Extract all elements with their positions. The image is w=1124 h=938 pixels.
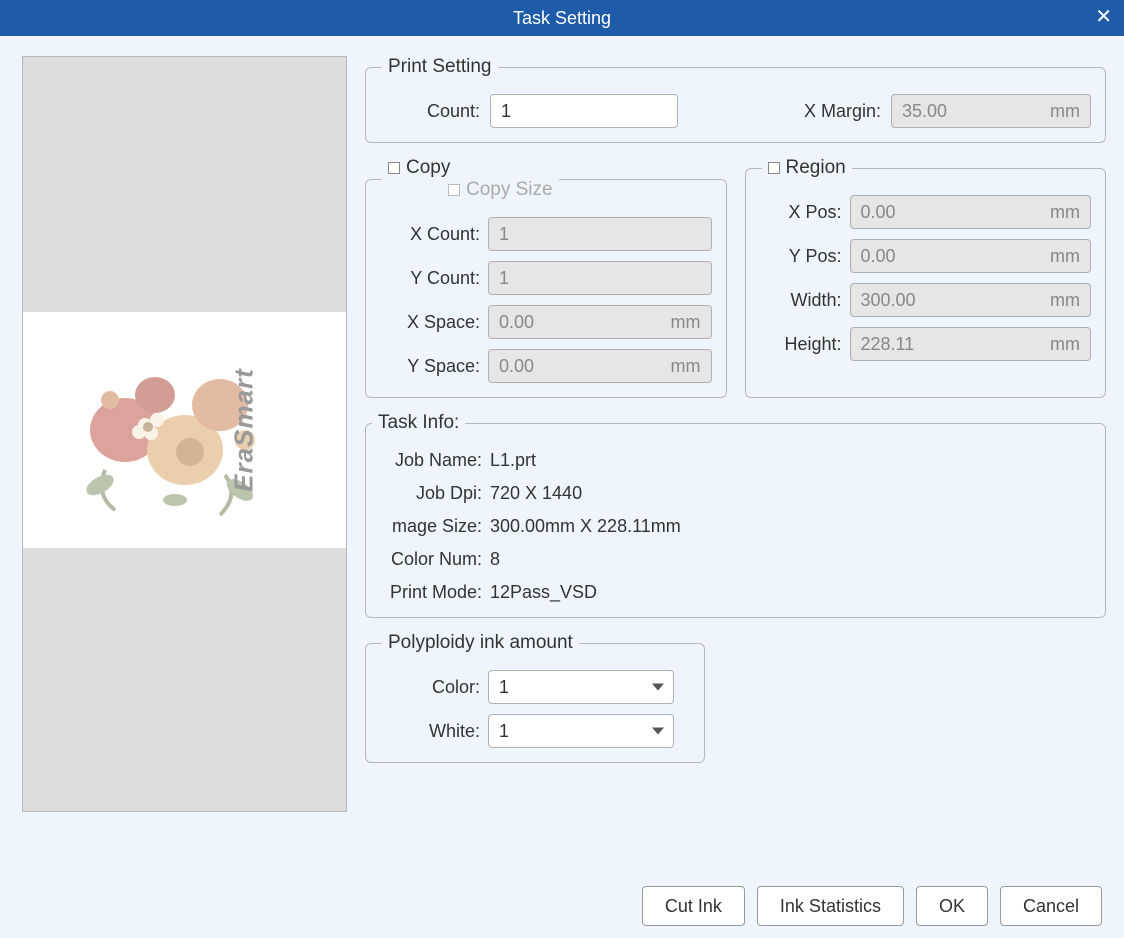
copy-size-legend: Copy Size [466, 179, 553, 201]
ink-color-label: Color: [380, 677, 480, 698]
window-title: Task Setting [513, 8, 611, 29]
copy-group: Copy Copy Size X Count: 1 [365, 157, 727, 398]
ycount-label: Y Count: [380, 268, 480, 289]
xspace-label: X Space: [380, 312, 480, 333]
image-size-value: 300.00mm X 228.11mm [490, 516, 681, 537]
region-group: Region X Pos: 0.00 mm Y Pos: 0.00 [745, 157, 1107, 398]
ink-amount-legend: Polyploidy ink amount [382, 632, 579, 654]
width-input: 300.00 mm [850, 283, 1092, 317]
xcount-label: X Count: [380, 224, 480, 245]
height-label: Height: [760, 334, 842, 355]
print-mode-value: 12Pass_VSD [490, 582, 597, 603]
ok-button[interactable]: OK [916, 886, 988, 926]
xcount-input: 1 [488, 217, 712, 251]
ink-white-select[interactable] [488, 714, 674, 748]
color-num-value: 8 [490, 549, 500, 570]
copy-size-checkbox [448, 184, 460, 196]
print-mode-label: Print Mode: [370, 582, 490, 603]
xspace-input: 0.00 mm [488, 305, 712, 339]
job-dpi-label: Job Dpi: [370, 483, 490, 504]
ink-white-label: White: [380, 721, 480, 742]
ypos-input: 0.00 mm [850, 239, 1092, 273]
image-size-label: mage Size: [370, 516, 490, 537]
job-name-value: L1.prt [490, 450, 536, 471]
region-checkbox[interactable] [768, 162, 780, 174]
task-info-legend: Task Info: [372, 412, 465, 434]
ink-statistics-button[interactable]: Ink Statistics [757, 886, 904, 926]
height-input: 228.11 mm [850, 327, 1092, 361]
preview-image: EraSmart [23, 312, 346, 548]
dialog-body: EraSmart Print Setting Count: X Margin: … [0, 36, 1124, 938]
print-setting-group: Print Setting Count: X Margin: 35.00 mm [365, 56, 1106, 143]
ink-amount-group: Polyploidy ink amount Color: White: [365, 632, 705, 763]
xmargin-label: X Margin: [804, 101, 881, 122]
preview-watermark: EraSmart [229, 368, 260, 492]
close-icon[interactable]: ✕ [1095, 4, 1112, 29]
ink-color-select[interactable] [488, 670, 674, 704]
preview-panel: EraSmart [22, 56, 347, 812]
region-legend: Region [786, 157, 846, 179]
xpos-label: X Pos: [760, 202, 842, 223]
copy-legend: Copy [406, 157, 450, 179]
xmargin-input: 35.00 mm [891, 94, 1091, 128]
flower-illustration [45, 330, 325, 530]
job-name-label: Job Name: [370, 450, 490, 471]
ypos-label: Y Pos: [760, 246, 842, 267]
print-setting-legend: Print Setting [382, 56, 498, 78]
xpos-input: 0.00 mm [850, 195, 1092, 229]
cancel-button[interactable]: Cancel [1000, 886, 1102, 926]
task-info-group: Task Info: Job Name: L1.prt Job Dpi: 720… [365, 412, 1106, 618]
count-label: Count: [380, 101, 480, 122]
yspace-label: Y Space: [380, 356, 480, 377]
ycount-input: 1 [488, 261, 712, 295]
cut-ink-button[interactable]: Cut Ink [642, 886, 745, 926]
count-input[interactable] [490, 94, 678, 128]
yspace-input: 0.00 mm [488, 349, 712, 383]
titlebar: Task Setting ✕ [0, 0, 1124, 36]
copy-checkbox[interactable] [388, 162, 400, 174]
button-row: Cut Ink Ink Statistics OK Cancel [22, 886, 1106, 926]
job-dpi-value: 720 X 1440 [490, 483, 582, 504]
width-label: Width: [760, 290, 842, 311]
color-num-label: Color Num: [370, 549, 490, 570]
